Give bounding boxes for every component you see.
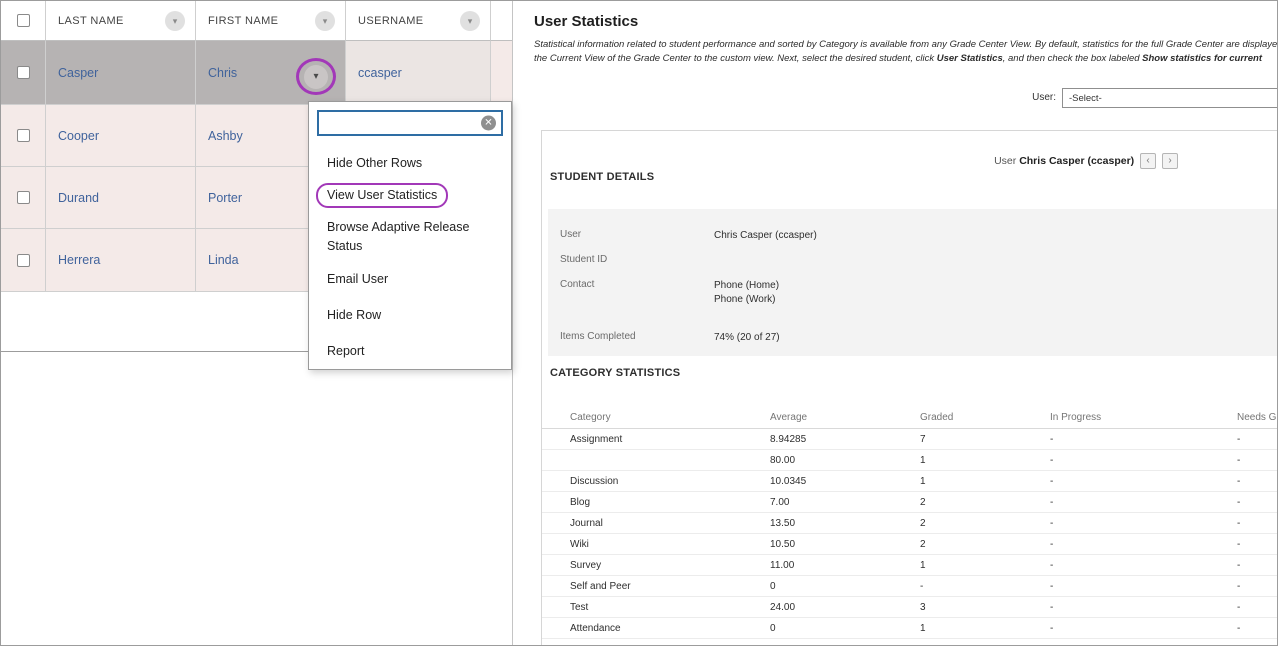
nav-user-label: User [994,155,1016,167]
category-statistics-heading: CATEGORY STATISTICS [550,367,680,379]
field-value-items-completed: 74% (20 of 27) [714,331,780,345]
select-all-checkbox[interactable] [17,14,30,27]
user-select-label: User: [940,92,1056,103]
menu-item-browse-adaptive-release-status[interactable]: Browse Adaptive Release Status [327,218,489,256]
nav-user-value: Chris Casper (ccasper) [1019,155,1134,167]
stats-row: Blog7.002-- [542,492,1278,513]
row-context-menu: ✕ Hide Other Rows View User Statistics B… [308,101,512,370]
col-needs-grading: Needs Grading [1237,412,1278,423]
field-value-user: Chris Casper (ccasper) [714,229,817,243]
last-name-value: Herrera [58,253,100,267]
student-details-heading: STUDENT DETAILS [550,171,654,183]
menu-search-input[interactable] [317,110,503,136]
field-value-contact-work: Phone (Work) [714,293,776,307]
screenshot-root: LAST NAME ▾ FIRST NAME ▾ USERNAME ▾ Casp… [0,0,1278,646]
column-header-username: USERNAME ▾ [346,1,491,41]
first-name-value: Ashby [208,129,243,143]
menu-item-email-user[interactable]: Email User [327,270,489,289]
page-description-line2: the Current View of the Grade Center to … [534,53,1262,64]
page-title: User Statistics [534,13,638,30]
column-header-first-name: FIRST NAME ▾ [196,1,346,41]
table-row[interactable]: Casper Chris ccasper [1,41,512,105]
stats-row: Self and Peer0--- [542,576,1278,597]
stats-row: Test24.003-- [542,597,1278,618]
stats-row: Discussion10.03451-- [542,471,1278,492]
annotation-highlight-rect: View User Statistics [316,183,448,208]
first-name-value: Chris [208,66,237,80]
last-name-value: Cooper [58,129,99,143]
field-value-contact-home: Phone (Home) [714,279,779,293]
field-label-student-id: Student ID [560,254,607,265]
menu-item-view-user-statistics[interactable]: View User Statistics [327,183,489,208]
stats-table-header: Category Average Graded In Progress Need… [542,407,1278,429]
user-statistics-page: User Statistics Statistical information … [520,1,1278,646]
column-header-last-name: LAST NAME ▾ [46,1,196,41]
menu-item-hide-other-rows[interactable]: Hide Other Rows [327,154,489,173]
stats-row: Journal13.502-- [542,513,1278,534]
last-name-value: Durand [58,191,99,205]
last-name-value: Casper [58,66,98,80]
col-average: Average [770,412,920,423]
stats-row: Assignment8.942857-- [542,429,1278,450]
stats-row: Attendance01-- [542,618,1278,639]
first-name-column-menu-icon[interactable]: ▾ [315,11,335,31]
username-value: ccasper [358,66,402,80]
previous-user-button[interactable]: ‹ [1140,153,1156,169]
col-graded: Graded [920,412,1050,423]
clear-search-icon[interactable]: ✕ [481,116,496,131]
row-checkbox[interactable] [17,191,30,204]
col-category: Category [570,412,770,423]
page-description-line1: Statistical information related to stude… [534,39,1278,50]
row-checkbox[interactable] [17,66,30,79]
first-name-value: Linda [208,253,239,267]
menu-item-report[interactable]: Report [327,342,489,361]
student-details-box: User Chris Casper (ccasper) Student ID C… [548,209,1278,356]
stats-row: Survey11.001-- [542,555,1278,576]
last-name-column-menu-icon[interactable]: ▾ [165,11,185,31]
row-checkbox[interactable] [17,129,30,142]
panel-divider [512,1,513,646]
stats-row: Wiki10.502-- [542,534,1278,555]
field-label-items-completed: Items Completed [560,331,636,342]
row-context-menu-button[interactable]: ▾ [304,65,328,89]
user-select-dropdown[interactable]: -Select- [1062,88,1278,108]
category-statistics-table: Category Average Graded In Progress Need… [542,407,1278,639]
stats-row: 80.001-- [542,450,1278,471]
next-user-button[interactable]: › [1162,153,1178,169]
column-header-partial [491,1,512,41]
username-column-menu-icon[interactable]: ▾ [460,11,480,31]
first-name-value: Porter [208,191,242,205]
row-checkbox[interactable] [17,254,30,267]
user-pagination: User Chris Casper (ccasper) ‹ › [542,153,1178,169]
table-header-row: LAST NAME ▾ FIRST NAME ▾ USERNAME ▾ [1,1,512,41]
statistics-panel: User Chris Casper (ccasper) ‹ › STUDENT … [541,130,1278,646]
field-label-contact: Contact [560,279,594,290]
select-all-cell [1,1,46,41]
field-label-user: User [560,229,581,240]
menu-item-list: Hide Other Rows View User Statistics Bro… [309,144,511,369]
col-in-progress: In Progress [1050,412,1237,423]
menu-item-hide-row[interactable]: Hide Row [327,306,489,325]
